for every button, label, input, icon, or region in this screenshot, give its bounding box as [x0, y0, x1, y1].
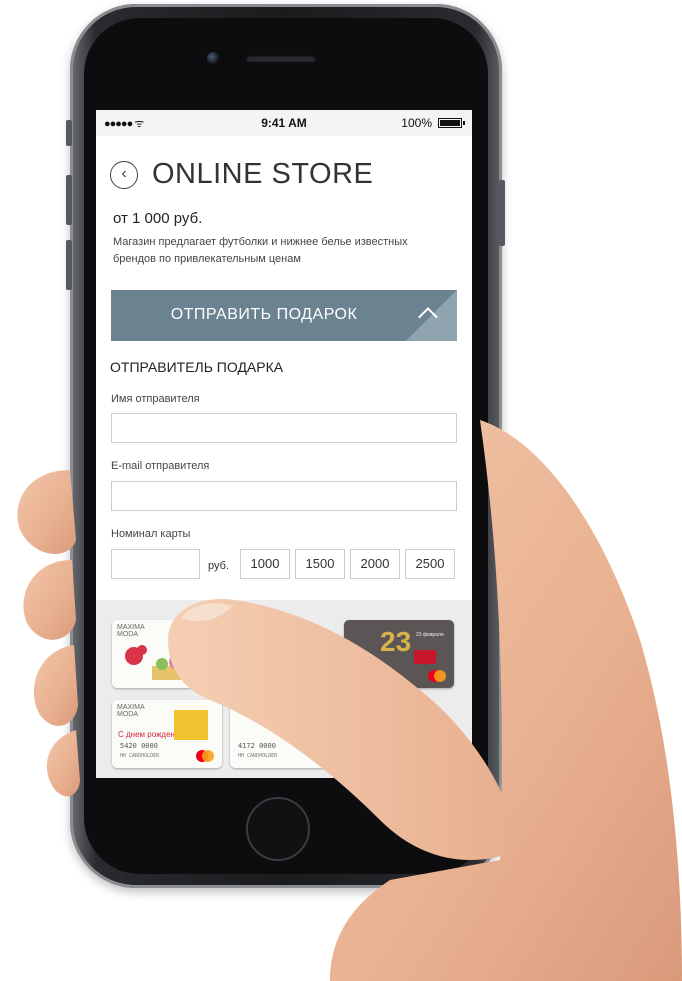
mute-switch — [66, 120, 72, 146]
card-number: 4172 0000 — [238, 742, 276, 750]
card-holder: HH CARDHOLDER — [238, 753, 278, 759]
denomination-button[interactable]: 1000 — [240, 549, 290, 579]
amount-label: Номинал карты — [111, 528, 191, 540]
gift-card-option[interactable]: MAXIMA MODA С днем рожденья! 5420 0000 HH… — [112, 700, 222, 768]
page-title: ONLINE STORE — [152, 158, 374, 190]
gift-card-option[interactable]: 4172 0000 HH CARDHOLDER — [230, 700, 340, 768]
back-button[interactable]: ‹ — [110, 161, 138, 189]
sender-name-label: Имя отправителя — [111, 393, 200, 405]
home-button[interactable] — [246, 797, 310, 861]
price-text: от 1 000 руб. — [113, 210, 203, 227]
card-holder: HH CARDHOLDER — [120, 753, 160, 759]
earpiece-speaker — [246, 55, 316, 62]
denomination-button[interactable]: 1500 — [295, 549, 345, 579]
store-description: Магазин предлагает футболки и нижнее бел… — [113, 236, 408, 265]
front-camera — [207, 52, 219, 64]
gift-box-icon — [414, 650, 436, 664]
power-button — [499, 180, 505, 246]
status-bar: ●●●●● ᯤ 9:41 AM 100% — [96, 110, 472, 136]
sender-email-label: E-mail отправителя — [111, 460, 210, 472]
battery-percent: 100% — [401, 116, 432, 130]
bird-illustration — [125, 645, 202, 680]
collapse-toggle[interactable] — [405, 290, 457, 341]
denomination-button[interactable]: 2000 — [350, 549, 400, 579]
currency-label: руб. — [208, 560, 229, 572]
gift-card-option[interactable]: 23 23 февраля — [344, 620, 454, 688]
volume-up-button — [66, 175, 72, 225]
mastercard-icon — [428, 670, 446, 682]
card-big-number: 23 — [380, 626, 412, 657]
denomination-button[interactable]: 2500 — [405, 549, 455, 579]
gift-card-option[interactable]: MAXIMA MODA — [112, 620, 222, 688]
card-design-gallery: MAXIMA MODA 23 23 февраля MAXIMA MODA С … — [96, 600, 472, 778]
card-number: 5420 0000 — [120, 742, 158, 750]
send-gift-button[interactable]: ОТПРАВИТЬ ПОДАРОК — [111, 290, 457, 341]
gift-box-icon — [174, 710, 208, 740]
sender-name-input[interactable] — [111, 413, 457, 443]
section-title: ОТПРАВИТЕЛЬ ПОДАРКА — [110, 359, 284, 375]
chevron-up-icon — [418, 307, 438, 327]
card-greeting: 23 февраля — [416, 632, 444, 638]
battery-icon — [438, 118, 465, 128]
amount-input[interactable] — [111, 549, 200, 579]
volume-down-button — [66, 240, 72, 290]
card-brand: MAXIMA MODA — [117, 704, 145, 718]
app-screen: ●●●●● ᯤ 9:41 AM 100% ‹ ONLINE STORE от 1… — [96, 110, 472, 778]
mastercard-icon — [196, 750, 214, 762]
sender-email-input[interactable] — [111, 481, 457, 511]
send-gift-label: ОТПРАВИТЬ ПОДАРОК — [170, 306, 358, 323]
chevron-left-icon: ‹ — [121, 165, 127, 182]
